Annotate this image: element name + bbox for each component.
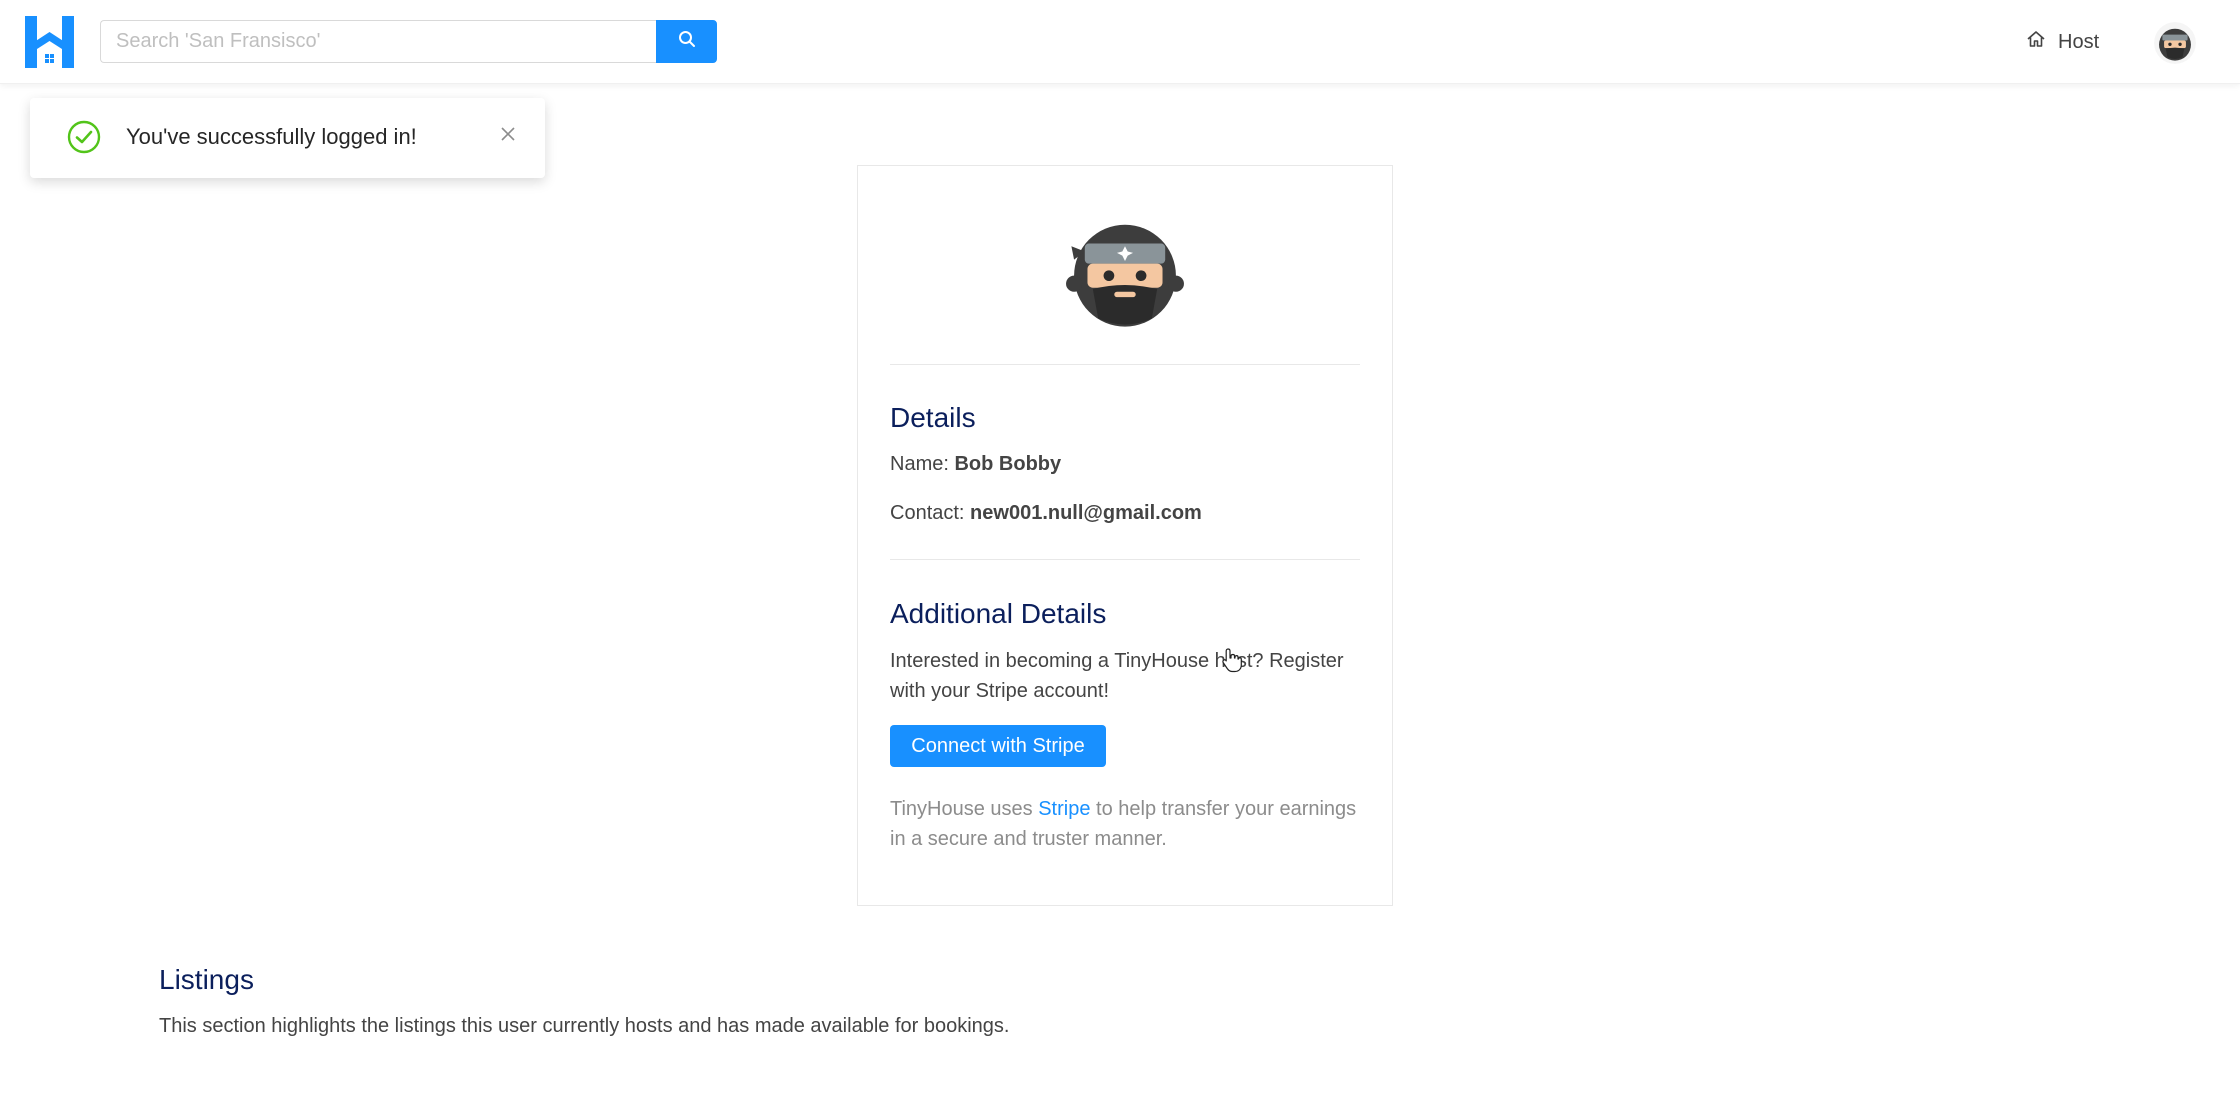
name-value: Bob Bobby bbox=[954, 453, 1062, 475]
listings-title: Listings bbox=[159, 964, 254, 995]
connect-with-stripe-button[interactable]: Connect with Stripe bbox=[890, 725, 1106, 767]
login-success-notification: You've successfully logged in! bbox=[30, 98, 545, 178]
top-navigation-bar: Host bbox=[0, 0, 2240, 84]
notification-message: You've successfully logged in! bbox=[126, 124, 417, 149]
stripe-note: TinyHouse uses Stripe to help transfer y… bbox=[890, 794, 1370, 854]
close-icon bbox=[500, 126, 516, 147]
search-bar bbox=[100, 20, 717, 63]
close-notification-button[interactable] bbox=[494, 122, 522, 150]
divider bbox=[890, 364, 1360, 365]
host-label: Host bbox=[2058, 30, 2100, 53]
stripe-note-prefix: TinyHouse uses bbox=[890, 798, 1033, 820]
user-profile-card: Details Name: Bob Bobby Contact: new001.… bbox=[857, 165, 1393, 906]
listings-description: This section highlights the listings thi… bbox=[159, 1015, 1010, 1037]
contact-label: Contact: bbox=[890, 502, 965, 524]
user-avatar-menu[interactable] bbox=[2154, 22, 2196, 64]
hand-cursor-icon bbox=[1221, 647, 1243, 673]
name-row: Name: Bob Bobby bbox=[890, 449, 1061, 479]
divider bbox=[890, 559, 1360, 560]
search-button[interactable] bbox=[656, 20, 717, 63]
contact-value: new001.null@gmail.com bbox=[970, 502, 1202, 524]
stripe-link[interactable]: Stripe bbox=[1038, 798, 1090, 820]
home-icon bbox=[2026, 29, 2046, 55]
search-icon bbox=[678, 30, 696, 53]
check-circle-icon bbox=[66, 119, 102, 155]
host-prompt: Interested in becoming a TinyHouse host?… bbox=[890, 650, 1344, 702]
ninja-avatar-icon bbox=[1058, 206, 1192, 340]
host-link[interactable]: Host bbox=[2026, 26, 2099, 58]
profile-avatar bbox=[1058, 206, 1192, 340]
name-label: Name: bbox=[890, 453, 949, 475]
house-logo-icon[interactable] bbox=[25, 16, 74, 68]
contact-row: Contact: new001.null@gmail.com bbox=[890, 498, 1202, 528]
additional-details-title: Additional Details bbox=[890, 598, 1107, 629]
search-input[interactable] bbox=[100, 20, 656, 63]
details-title: Details bbox=[890, 402, 976, 433]
ninja-avatar-icon bbox=[2154, 22, 2196, 64]
